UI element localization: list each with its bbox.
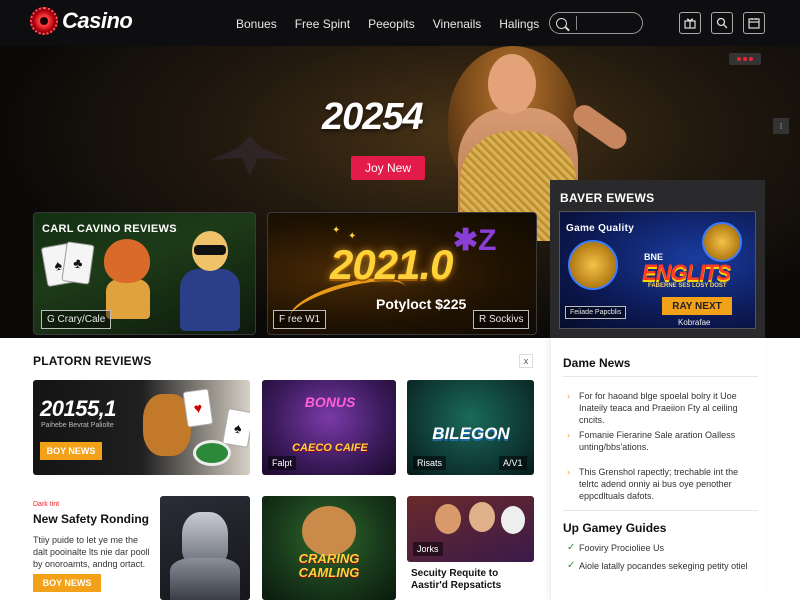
tile-caption[interactable]: Secuity Requite to Aastir'd Repsaticts	[411, 568, 536, 592]
bat-decoration	[210, 136, 290, 176]
playing-card-icon: ♠	[222, 408, 250, 448]
logo[interactable]: Casino	[30, 7, 133, 35]
tile-chip: Jorks	[413, 542, 443, 556]
close-icon[interactable]: x	[519, 354, 533, 368]
join-now-button[interactable]: Joy New	[351, 156, 425, 180]
tile-chip: A/V1	[499, 456, 527, 470]
divider	[563, 376, 758, 377]
buy-news-button[interactable]: BOY NEWS	[40, 442, 102, 460]
main-nav: Bonues Free Spint Peeopits Vinenails Hal…	[236, 17, 539, 31]
character-image	[469, 502, 495, 532]
slider-dots[interactable]	[729, 53, 761, 65]
guides-title: Up Gamey Guides	[563, 521, 667, 535]
tile-logo-bottom: CAECO CAIFE	[292, 442, 368, 454]
casino-page: Casino Bonues Free Spint Peeopits Vinena…	[0, 0, 800, 600]
hero-title: 20254	[322, 96, 424, 138]
chip-stack-icon	[193, 440, 231, 466]
robot-knight-tile[interactable]	[160, 496, 250, 600]
side-arrow-icon[interactable]: ⁝	[773, 118, 789, 134]
news-item[interactable]: › This Grenshol rapectly; trechable int t…	[567, 466, 759, 502]
search-divider	[576, 16, 577, 30]
features-chip[interactable]: Feiiade Papcblis	[565, 306, 627, 319]
tile-logo: BONUS	[304, 394, 356, 410]
tile-logo: BILEGON	[432, 424, 510, 443]
card-chip[interactable]: G Crary/Cale	[41, 310, 112, 329]
guide-item[interactable]: ✓ Aiole latally pocandes sekeging petity …	[567, 560, 759, 572]
roulette-logo-icon	[30, 7, 58, 35]
search-button-icon[interactable]	[711, 12, 733, 34]
news-item[interactable]: › For for haoand blge spoelal bolry it Uo…	[567, 390, 759, 426]
top-header: Casino Bonues Free Spint Peeopits Vinena…	[0, 0, 800, 46]
promo-tile[interactable]: 20155,1 Paihebe Bevrat Paliolte BOY NEWS…	[33, 380, 250, 475]
coin-icon	[702, 222, 742, 262]
banner-tagline: FABERNE SES LOSY DOST	[648, 283, 727, 289]
news-body: Ttiiy puide to let ye me the dalt pooina…	[33, 535, 150, 569]
calendar-icon[interactable]	[743, 12, 765, 34]
news-title[interactable]: New Safety Ronding	[33, 512, 149, 526]
tile-chip: Risats	[413, 456, 447, 470]
tile-chip: Falpt	[268, 456, 297, 470]
payout-text: Potyloct $225	[376, 296, 467, 312]
news-item[interactable]: › Fomanie Fierarine Sale aration Oalless …	[567, 429, 759, 453]
fox-character-image	[96, 239, 156, 319]
character-image	[501, 506, 525, 534]
search-input[interactable]	[549, 12, 643, 34]
right-sidebar: Dame News › For for haoand blge spoelal b…	[550, 338, 766, 600]
news-tag: Dark tint	[33, 501, 60, 508]
payout-card[interactable]: ✦ ✦ ✱Z 2021.0 Potyloct $225 F ree W1 R S…	[267, 212, 537, 335]
craving-gambling-tile[interactable]: CRARING CAMLING	[262, 496, 396, 600]
free-chip[interactable]: F ree W1	[273, 310, 327, 329]
character-image	[302, 506, 356, 556]
game-reviews-panel: BAVER EWEWS Game Quality BNE ENGLITS FAB…	[550, 180, 765, 338]
card-headline: 2021.0	[330, 241, 453, 288]
nav-item-bonuses[interactable]: Bonues	[236, 17, 277, 31]
tile-subtext: Paihebe Bevrat Paliolte	[41, 422, 114, 429]
coin-icon	[568, 240, 618, 290]
stocks-chip[interactable]: R Sockivs	[473, 310, 530, 329]
guide-item[interactable]: ✓ Fooviry Procioliee Us	[567, 542, 759, 554]
bonus-game-tile[interactable]: BONUS CAECO CAIFE Falpt	[262, 380, 396, 475]
playing-card-icon: ♥	[182, 388, 214, 428]
characters-tile[interactable]: Jorks	[407, 496, 534, 562]
news-title: Dame News	[563, 356, 631, 370]
section-title: PLATORN REVIEWS	[33, 354, 152, 368]
game-quality-card[interactable]: Game Quality BNE ENGLITS FABERNE SES LOS…	[559, 211, 756, 329]
knight-armor-image	[170, 558, 240, 600]
logo-text: Casino	[62, 8, 133, 33]
buy-news-button[interactable]: BOY NEWS	[33, 574, 101, 592]
card-title: CARL CAVINO REVIEWS	[42, 223, 177, 235]
casino-reviews-card[interactable]: CARL CAVINO REVIEWS ♠ ♣ G Crary/Cale	[33, 212, 256, 335]
nav-item-deposits[interactable]: Peeopits	[368, 17, 415, 31]
play-next-button[interactable]: RAY NEXT	[662, 297, 732, 315]
tile-headline: 20155,1	[40, 396, 117, 421]
bilegon-game-tile[interactable]: BILEGON Risats A/V1	[407, 380, 534, 475]
gift-icon[interactable]	[679, 12, 701, 34]
hero-banner: 20254 Joy New ⁝ CARL CAVINO REVIEWS ♠ ♣ …	[0, 46, 800, 338]
divider	[563, 510, 758, 511]
tile-logo: CRARING CAMLING	[298, 551, 360, 580]
masked-hero-image	[174, 231, 244, 331]
game-quality-label: Game Quality	[566, 223, 635, 234]
nav-item-ratings[interactable]: Halings	[499, 17, 539, 31]
card-footnote: Kobrafae	[678, 318, 711, 327]
panel-title: BAVER EWEWS	[560, 191, 655, 205]
nav-item-free-spins[interactable]: Free Spint	[295, 17, 350, 31]
search-icon	[556, 17, 567, 29]
z-logo-icon: ✱Z	[453, 224, 497, 257]
character-image	[435, 504, 461, 534]
nav-item-withdrawals[interactable]: Vinenails	[433, 17, 481, 31]
